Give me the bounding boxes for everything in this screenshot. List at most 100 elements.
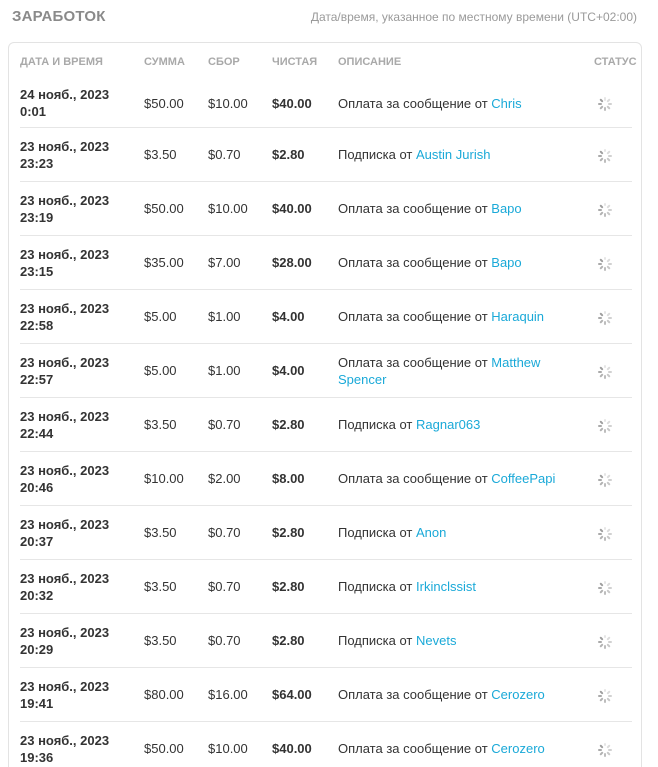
description-cell: Подписка от Irkinclssist	[338, 559, 594, 614]
fee-value: $10.00	[208, 95, 248, 111]
page-title: Заработок	[12, 8, 106, 25]
description-user-link[interactable]: Ragnar063	[416, 417, 480, 432]
fee-value: $0.70	[208, 525, 241, 540]
net-cell: $2.80	[272, 613, 338, 668]
description-user-link[interactable]: Austin Jurish	[416, 147, 490, 162]
status-cell	[594, 289, 632, 344]
date-cell: 23 нояб., 2023 23:19	[20, 181, 144, 236]
amount-value: $3.50	[144, 633, 177, 648]
description-user-link[interactable]: CoffeePapi	[491, 471, 555, 486]
time-text: 20:46	[20, 479, 54, 495]
description-user-link[interactable]: Bapo	[491, 255, 521, 270]
amount-cell: $3.50	[144, 613, 208, 668]
description-user-link[interactable]: Bapo	[491, 201, 521, 216]
net-cell: $4.00	[272, 289, 338, 344]
description-user-link[interactable]: Cerozero	[491, 687, 544, 702]
description-user-link[interactable]: Anon	[416, 525, 446, 540]
date-text: 23 нояб., 2023	[20, 732, 110, 748]
description-text: Оплата за сообщение от	[338, 471, 488, 486]
status-cell	[594, 667, 632, 722]
amount-value: $50.00	[144, 95, 184, 111]
net-cell: $2.80	[272, 397, 338, 452]
loading-spinner-icon	[598, 688, 612, 703]
description-user-link[interactable]: Irkinclssist	[416, 579, 476, 594]
amount-value: $3.50	[144, 579, 177, 594]
time-text: 22:44	[20, 425, 54, 441]
description-cell: Подписка от Anon	[338, 505, 594, 560]
earnings-table: Дата и время Сумма Сбор Чистая Описание …	[20, 43, 637, 767]
fee-cell: $0.70	[208, 127, 272, 182]
description-cell: Оплата за сообщение от Cerozero	[338, 667, 594, 722]
amount-cell: $50.00	[144, 81, 208, 128]
fee-value: $0.70	[208, 417, 241, 432]
date-text: 23 нояб., 2023	[20, 138, 110, 154]
column-header-date: Дата и время	[20, 56, 103, 68]
status-cell	[594, 343, 632, 398]
loading-spinner-icon	[598, 97, 612, 112]
table-header-row: Дата и время Сумма Сбор Чистая Описание …	[20, 43, 637, 81]
fee-value: $16.00	[208, 687, 248, 702]
loading-spinner-icon	[598, 742, 612, 757]
column-header-status: Статус	[594, 56, 637, 68]
amount-cell: $3.50	[144, 397, 208, 452]
date-cell: 23 нояб., 2023 19:41	[20, 667, 144, 722]
loading-spinner-icon	[598, 472, 612, 487]
net-value: $2.80	[272, 579, 305, 594]
amount-cell: $10.00	[144, 451, 208, 506]
net-value: $40.00	[272, 95, 312, 111]
fee-value: $1.00	[208, 309, 241, 324]
date-text: 23 нояб., 2023	[20, 624, 110, 640]
net-cell: $4.00	[272, 343, 338, 398]
date-text: 23 нояб., 2023	[20, 408, 110, 424]
time-text: 20:32	[20, 587, 54, 603]
date-cell: 23 нояб., 2023 23:15	[20, 235, 144, 290]
net-cell: $8.00	[272, 451, 338, 506]
amount-cell: $35.00	[144, 235, 208, 290]
description-user-link[interactable]: Haraquin	[491, 309, 544, 324]
amount-cell: $80.00	[144, 667, 208, 722]
net-value: $2.80	[272, 147, 305, 162]
description-text: Оплата за сообщение от	[338, 95, 488, 111]
net-cell: $40.00	[272, 181, 338, 236]
fee-cell: $10.00	[208, 181, 272, 236]
fee-cell: $16.00	[208, 667, 272, 722]
net-cell: $2.80	[272, 505, 338, 560]
column-header-amount: Сумма	[144, 56, 185, 68]
status-cell	[594, 127, 632, 182]
fee-cell: $1.00	[208, 289, 272, 344]
table-row: 23 нояб., 2023 22:58 $5.00 $1.00 $4.00 Оплата…	[20, 289, 632, 344]
description-user-link[interactable]: Chris	[491, 96, 521, 111]
time-text: 23:23	[20, 155, 54, 171]
amount-value: $50.00	[144, 201, 184, 216]
description-text: Подписка от	[338, 579, 413, 594]
amount-value: $3.50	[144, 525, 177, 540]
date-cell: 23 нояб., 2023 20:46	[20, 451, 144, 506]
net-value: $4.00	[272, 363, 305, 378]
earnings-card: Дата и время Сумма Сбор Чистая Описание …	[8, 42, 642, 767]
timezone-note: Дата/время, указанное по местному времен…	[310, 10, 637, 24]
amount-cell: $3.50	[144, 559, 208, 614]
date-text: 23 нояб., 2023	[20, 354, 110, 370]
time-text: 20:37	[20, 533, 54, 549]
amount-value: $5.00	[144, 363, 177, 378]
date-cell: 23 нояб., 2023 20:37	[20, 505, 144, 560]
description-text: Оплата за сообщение от	[338, 354, 488, 370]
net-value: $2.80	[272, 525, 305, 540]
date-cell: 23 нояб., 2023 20:32	[20, 559, 144, 614]
description-user-link[interactable]: Cerozero	[491, 741, 544, 756]
status-cell	[594, 559, 632, 614]
description-cell: Оплата за сообщение от Chris	[338, 81, 594, 128]
loading-spinner-icon	[598, 256, 612, 271]
description-text: Оплата за сообщение от	[338, 687, 488, 702]
description-text: Оплата за сообщение от	[338, 201, 488, 216]
date-cell: 23 нояб., 2023 22:57	[20, 343, 144, 398]
loading-spinner-icon	[598, 634, 612, 649]
table-row: 23 нояб., 2023 20:29 $3.50 $0.70 $2.80 Подпис…	[20, 613, 632, 668]
amount-value: $50.00	[144, 741, 184, 756]
time-text: 19:36	[20, 749, 54, 765]
description-cell: Оплата за сообщение от Haraquin	[338, 289, 594, 344]
fee-cell: $7.00	[208, 235, 272, 290]
description-user-link[interactable]: Nevets	[416, 633, 456, 648]
loading-spinner-icon	[598, 580, 612, 595]
description-text: Оплата за сообщение от	[338, 255, 488, 270]
